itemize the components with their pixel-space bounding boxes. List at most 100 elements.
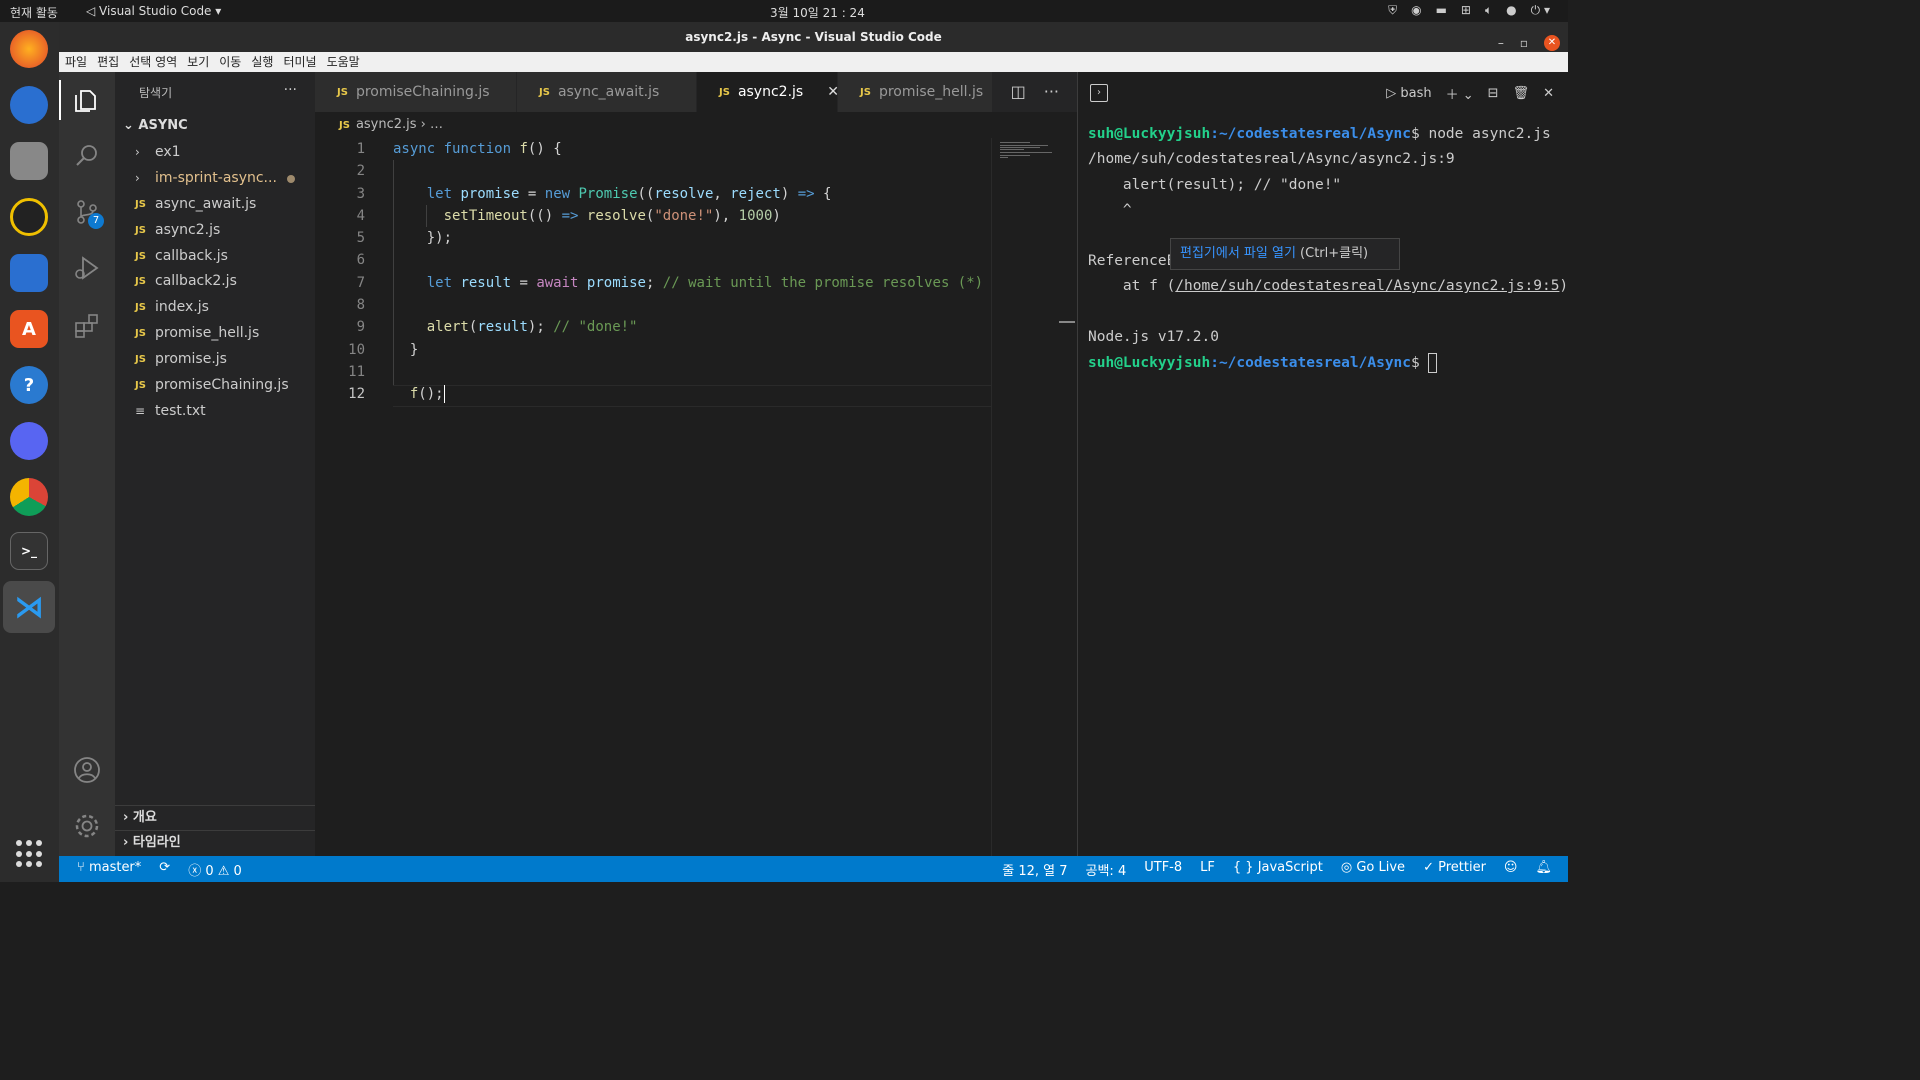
vscode-icon[interactable]: ⋊	[10, 588, 48, 626]
software-icon[interactable]: A	[10, 310, 48, 348]
file-item[interactable]: ≡ test.txt	[135, 399, 310, 423]
file-item[interactable]: JS async2.js	[135, 218, 310, 242]
discord-icon[interactable]	[10, 422, 48, 460]
settings-gear-icon[interactable]	[73, 812, 101, 840]
terminal-icon[interactable]: >_	[10, 532, 48, 570]
encoding[interactable]: UTF-8	[1144, 860, 1182, 879]
explorer-icon[interactable]	[73, 86, 101, 114]
text-file-icon: ≡	[135, 404, 146, 418]
volume-icon[interactable]: 🔈︎	[1485, 3, 1492, 18]
activity-bar: 7	[59, 72, 115, 856]
tab-async-await[interactable]: JS async_await.js	[517, 72, 697, 112]
more-actions-icon[interactable]: ···	[1044, 82, 1059, 101]
keyboard-icon[interactable]: ▬	[1436, 3, 1447, 18]
tooltip-hint: (Ctrl+클릭)	[1295, 246, 1369, 261]
writer-icon[interactable]	[10, 254, 48, 292]
notifications-bell-icon[interactable]: 🔔︎	[1535, 860, 1552, 879]
menu-file[interactable]: 파일	[65, 52, 87, 72]
menu-view[interactable]: 보기	[187, 52, 209, 72]
search-icon[interactable]	[73, 142, 101, 170]
thunderbird-icon[interactable]	[10, 86, 48, 124]
menu-edit[interactable]: 편집	[97, 52, 119, 72]
file-item[interactable]: JS promise.js	[135, 347, 310, 371]
prompt-user: suh@Luckyyjsuh	[1088, 354, 1211, 371]
menu-go[interactable]: 이동	[219, 52, 241, 72]
sync-icon[interactable]: ⟳	[159, 860, 170, 879]
tab-label: promiseChaining.js	[355, 84, 490, 100]
file-item[interactable]: JS async_await.js	[135, 192, 310, 216]
help-icon[interactable]: ?	[10, 366, 48, 404]
go-live-button[interactable]: ◎ Go Live	[1341, 860, 1405, 879]
trash-icon[interactable]: 🗑︎	[1513, 86, 1530, 101]
code-content[interactable]: async function f() { let promise = new P…	[393, 138, 993, 406]
end-of-line[interactable]: LF	[1200, 860, 1215, 879]
menu-help[interactable]: 도움말	[327, 52, 360, 72]
menu-selection[interactable]: 선택 영역	[129, 52, 177, 72]
run-debug-icon[interactable]	[73, 254, 101, 282]
close-window-icon[interactable]: ✕	[1544, 35, 1560, 51]
prettier-status[interactable]: ✓ Prettier	[1423, 860, 1486, 879]
activities-button[interactable]: 현재 활동	[10, 4, 58, 21]
firefox-icon[interactable]	[10, 30, 48, 68]
minimap[interactable]	[991, 138, 1061, 856]
account-icon[interactable]	[73, 756, 101, 784]
code-line: alert(result); // "done!"	[426, 319, 638, 336]
network-icon[interactable]: ⊞	[1461, 3, 1471, 18]
show-apps-icon[interactable]	[16, 840, 44, 868]
terminal-panel-icon[interactable]: ›	[1090, 84, 1108, 102]
menu-terminal[interactable]: 터미널	[283, 52, 316, 72]
terminal-line: /home/suh/codestatesreal/Async/async2.js…	[1088, 151, 1455, 168]
discord-tray-icon[interactable]: ◉	[1411, 3, 1421, 18]
js-file-icon: JS	[135, 250, 146, 262]
timeline-section[interactable]: › 타임라인	[115, 830, 315, 854]
folder-item-im-sprint-async[interactable]: › im-sprint-async...	[135, 166, 310, 190]
stack-file-link[interactable]: /home/suh/codestatesreal/Async/async2.js…	[1175, 278, 1559, 294]
terminal-shell-selector[interactable]: ▷ bash	[1386, 86, 1431, 101]
language-mode[interactable]: { } JavaScript	[1233, 860, 1323, 879]
breadcrumb[interactable]: JS async2.js › …	[315, 112, 1077, 138]
code-line: let result = await promise; // wait unti…	[426, 274, 984, 291]
feedback-icon[interactable]: ☺	[1504, 860, 1518, 879]
chrome-icon[interactable]	[10, 478, 48, 516]
split-editor-icon[interactable]: ◫	[1011, 82, 1026, 101]
system-tray[interactable]: ⛨ ◉ ▬ ⊞ 🔈︎ ● ⏻ ▾	[1388, 3, 1550, 18]
tab-promiseChaining[interactable]: JS promiseChaining.js	[315, 72, 517, 112]
breadcrumb-symbol[interactable]: …	[430, 117, 443, 132]
file-item[interactable]: JS promise_hell.js	[135, 321, 310, 345]
open-file-link[interactable]: 편집기에서 파일 열기	[1180, 246, 1296, 261]
file-item[interactable]: JS callback.js	[135, 244, 310, 268]
clock[interactable]: 3월 10일 21 : 24	[770, 4, 865, 21]
new-terminal-icon[interactable]: ＋ ⌄	[1446, 84, 1474, 103]
app-menu[interactable]: ◁ Visual Studio Code ▾	[86, 4, 221, 18]
line-number: 8	[356, 297, 365, 314]
extensions-icon[interactable]	[73, 312, 101, 340]
modified-dot	[287, 175, 295, 183]
menu-run[interactable]: 실행	[251, 52, 273, 72]
problems-status[interactable]: ⓧ 0 ⚠ 0	[188, 860, 242, 879]
tab-promise-hell[interactable]: JS promise_hell.js	[838, 72, 993, 112]
tab-async2[interactable]: JS async2.js ✕	[697, 72, 839, 112]
mic-icon[interactable]: ●	[1506, 3, 1516, 18]
shield-icon[interactable]: ⛨	[1388, 3, 1397, 18]
breadcrumb-file[interactable]: async2.js	[356, 117, 417, 132]
files-icon[interactable]	[10, 142, 48, 180]
indentation[interactable]: 공백: 4	[1086, 860, 1127, 879]
file-item[interactable]: JS promiseChaining.js	[135, 373, 310, 397]
close-panel-icon[interactable]: ✕	[1543, 86, 1554, 101]
file-item[interactable]: JS index.js	[135, 295, 310, 319]
file-item[interactable]: JS callback2.js	[135, 269, 310, 293]
terminal-panel[interactable]: › ▷ bash ＋ ⌄ ⊟ 🗑︎ ✕ suh@Luckyyjsuh:~/cod…	[1078, 72, 1568, 856]
rhythmbox-icon[interactable]	[10, 198, 48, 236]
cursor-position[interactable]: 줄 12, 열 7	[1002, 860, 1067, 879]
folder-item-ex1[interactable]: › ex1	[135, 140, 310, 164]
branch-status[interactable]: ⑂ master*	[77, 860, 141, 879]
prompt-symbol: $	[1411, 354, 1429, 371]
split-terminal-icon[interactable]: ⊟	[1488, 86, 1499, 101]
power-icon[interactable]: ⏻ ▾	[1531, 3, 1550, 18]
outline-section[interactable]: › 개요	[115, 805, 315, 829]
workspace-root[interactable]: ⌄ ASYNC	[123, 118, 188, 133]
js-file-icon: JS	[339, 120, 350, 131]
more-actions-icon[interactable]: ···	[284, 82, 297, 98]
code-editor[interactable]: 1 2 3 4 5 6 7 8 9 10 11 12 async function f() { let…	[315, 138, 1077, 856]
file-label: index.js	[155, 299, 209, 315]
